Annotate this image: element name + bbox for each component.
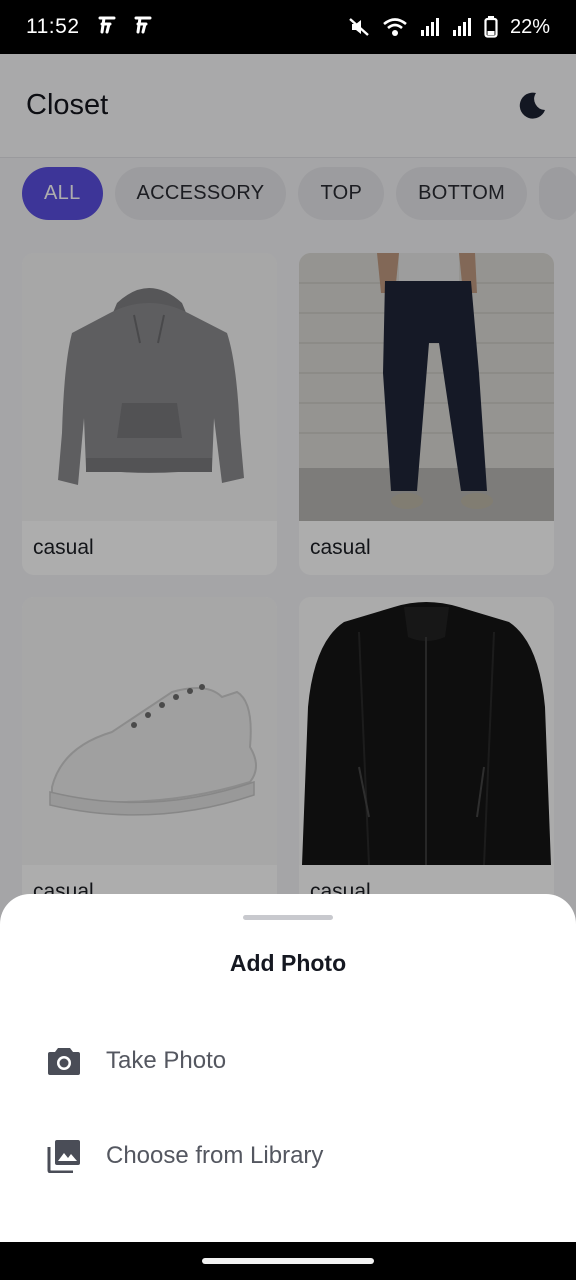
- sheet-drag-handle[interactable]: [243, 915, 333, 920]
- battery-level: 22%: [509, 15, 550, 38]
- status-bar: 11:52 22%: [0, 0, 576, 54]
- signal-icon: [420, 17, 440, 37]
- notification-f-icon: [96, 14, 118, 41]
- take-photo-label: Take Photo: [106, 1047, 227, 1074]
- signal-icon: [452, 17, 472, 37]
- battery-icon: [484, 16, 498, 38]
- add-photo-sheet: Add Photo Take Photo Choose from Library: [0, 894, 576, 1242]
- camera-icon: [46, 1043, 82, 1079]
- system-nav-bar: [0, 1242, 576, 1280]
- status-notifications: [96, 14, 154, 41]
- wifi-icon: [382, 16, 408, 38]
- take-photo-option[interactable]: Take Photo: [0, 1021, 576, 1101]
- photo-library-icon: [46, 1138, 82, 1174]
- notification-f-icon: [132, 14, 154, 41]
- sheet-title: Add Photo: [229, 950, 347, 976]
- mute-icon: [348, 16, 370, 38]
- home-gesture-handle[interactable]: [202, 1258, 374, 1264]
- status-time: 11:52: [26, 15, 80, 38]
- choose-from-library-label: Choose from Library: [106, 1142, 324, 1169]
- status-right: 22%: [348, 16, 550, 39]
- choose-from-library-option[interactable]: Choose from Library: [0, 1116, 576, 1196]
